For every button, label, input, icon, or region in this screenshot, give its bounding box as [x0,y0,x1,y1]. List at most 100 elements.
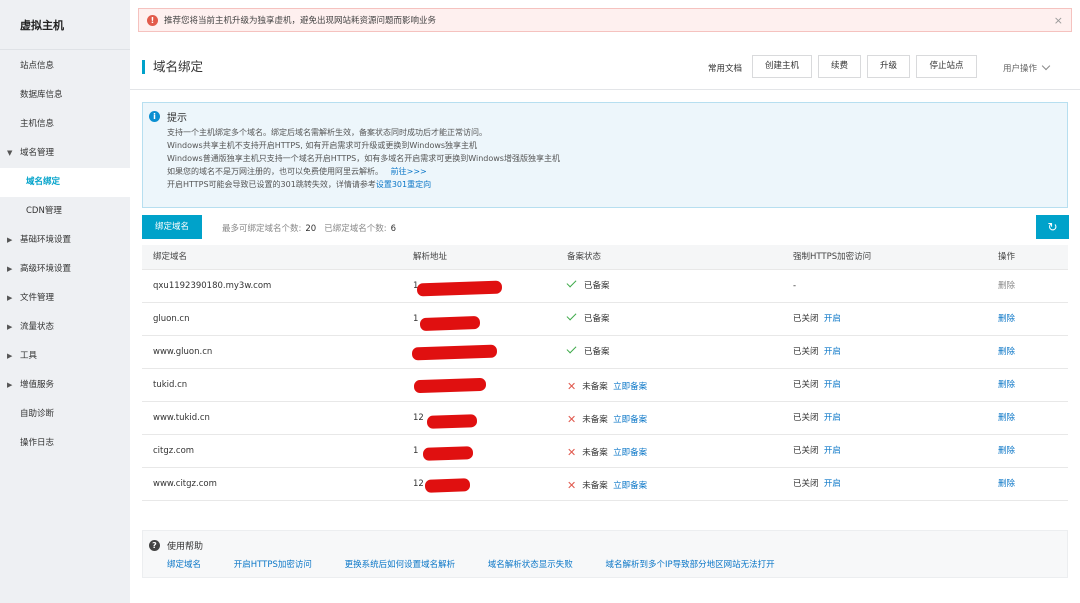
check-icon [566,277,577,288]
table-body: qxu1192390180.my3w.com 1 已备案 - 删除 gluon.cn 1 已备… [142,270,1068,501]
help-link[interactable]: 开启HTTPS加密访问 [234,560,312,570]
help-link[interactable]: 绑定域名 [167,560,201,570]
question-icon: ? [149,540,160,551]
bound-domains-label: 已绑定域名个数: [324,224,387,234]
tip-lines: 支持一个主机绑定多个域名。绑定后域名需解析生效，备案状态同时成功后才能正常访问。… [167,126,560,191]
help-link[interactable]: 域名解析状态显示失败 [488,560,573,570]
bind-domain-button[interactable]: 绑定域名 [142,215,202,239]
sidebar-title: 虚拟主机 [0,0,130,50]
renew-button[interactable]: 续费 [818,55,861,78]
caret-right-icon: ▶ [7,323,13,331]
delete-link[interactable]: 删除 [998,435,1015,468]
warning-icon: ! [147,14,158,26]
sidebar-item[interactable]: 数据库信息 [0,81,130,110]
sidebar-item[interactable]: ▶ 工具 [0,342,130,371]
https-status-text: 已关闭 [793,314,819,324]
cross-icon: ✕ [567,446,577,459]
domain-name: citgz.com [153,446,195,456]
dns-goto-link[interactable]: 前往>>> [391,167,427,176]
domain-name: gluon.cn [153,314,190,324]
delete-link[interactable]: 删除 [998,468,1015,501]
create-host-button[interactable]: 创建主机 [752,55,812,78]
close-icon[interactable]: × [1054,14,1063,27]
max-domains-value: 20 [305,224,317,234]
enable-https-link[interactable]: 开启 [824,380,841,390]
resolve-address: 1 [413,314,419,324]
sidebar-item[interactable]: 操作日志 [0,429,130,458]
https-status-text: 已关闭 [793,413,819,423]
upgrade-button[interactable]: 升级 [867,55,910,78]
file-now-link[interactable]: 立即备案 [613,481,647,491]
https-status: 已关闭 开启 [793,402,841,435]
help-panel: ? 使用帮助 绑定域名 开启HTTPS加密访问 更换系统后如何设置域名解析 域名… [142,530,1068,578]
delete-link[interactable]: 删除 [998,369,1015,402]
sidebar-item[interactable]: ▶ 基础环境设置 [0,226,130,255]
table-row: qxu1192390180.my3w.com 1 已备案 - 删除 [142,270,1068,303]
tip-line-text: 开启HTTPS可能会导致已设置的301跳转失效，详情请参考 [167,180,376,189]
user-ops-dropdown[interactable]: 用户操作 [1003,61,1051,74]
sidebar-item[interactable]: 域名绑定 [0,168,130,197]
https-status: 已关闭 开启 [793,435,841,468]
info-icon: i [149,111,160,122]
enable-https-link[interactable]: 开启 [824,314,841,324]
cross-icon: ✕ [567,413,577,426]
bound-domains-value: 6 [390,224,396,234]
sidebar-item[interactable]: 自助诊断 [0,400,130,429]
sidebar: 虚拟主机 站点信息 数据库信息 主机信息 ▼ 域名管理 域名绑定 CDN管理 ▶ 基础环境设置 ▶… [0,0,130,603]
file-now-link[interactable]: 立即备案 [613,382,647,392]
sidebar-item[interactable]: ▼ 域名管理 [0,139,130,168]
filing-status: 已备案 [566,336,610,369]
help-link[interactable]: 域名解析到多个IP导致部分地区网站无法打开 [606,560,775,570]
https-status: 已关闭 开启 [793,303,841,336]
page-title: 域名绑定 [142,60,203,74]
filing-status: ✕ 未备案 立即备案 [567,402,647,437]
sidebar-item[interactable]: 主机信息 [0,110,130,139]
file-now-link[interactable]: 立即备案 [613,415,647,425]
refresh-button[interactable]: ↻ [1036,215,1069,239]
caret-right-icon: ▶ [7,236,13,244]
sidebar-item-label: 工具 [20,351,38,361]
enable-https-link[interactable]: 开启 [824,446,841,456]
help-header: ? 使用帮助 [149,539,203,552]
col-https: 强制HTTPS加密访问 [793,252,872,262]
chevron-down-icon [1041,61,1051,71]
check-icon [566,343,577,354]
https-status: 已关闭 开启 [793,336,841,369]
https-status-text: 已关闭 [793,347,819,357]
stop-site-button[interactable]: 停止站点 [916,55,977,78]
https-status-text: 已关闭 [793,380,819,390]
delete-link[interactable]: 删除 [998,402,1015,435]
sidebar-item[interactable]: 站点信息 [0,52,130,81]
sidebar-item-label: 主机信息 [20,119,55,129]
domain-counts: 最多可绑定域名个数: 20 已绑定域名个数: 6 [222,222,404,234]
file-now-link[interactable]: 立即备案 [613,448,647,458]
tip-line: Windows普通版独享主机只支持一个域名开启HTTPS，如有多域名开启需求可更… [167,154,560,163]
help-link[interactable]: 更换系统后如何设置域名解析 [345,560,456,570]
redirect-301-link[interactable]: 设置301重定向 [376,180,431,189]
delete-link[interactable]: 删除 [998,336,1015,369]
sidebar-item[interactable]: ▶ 文件管理 [0,284,130,313]
https-status-text: 已关闭 [793,446,819,456]
docs-link[interactable]: 常用文档 [708,62,742,74]
resolve-address: 12 [413,413,424,423]
upgrade-alert: ! 推荐您将当前主机升级为独享虚机，避免出现网站耗资源问题而影响业务 × [138,8,1072,32]
sidebar-item[interactable]: ▶ 增值服务 [0,371,130,400]
sidebar-item[interactable]: ▶ 高级环境设置 [0,255,130,284]
sidebar-item[interactable]: ▶ 流量状态 [0,313,130,342]
enable-https-link[interactable]: 开启 [824,479,841,489]
enable-https-link[interactable]: 开启 [824,413,841,423]
sidebar-item[interactable]: CDN管理 [0,197,130,226]
domain-name: qxu1192390180.my3w.com [153,281,272,291]
sidebar-item-label: 自助诊断 [20,409,55,419]
table-header: 绑定域名 解析地址 备案状态 强制HTTPS加密访问 操作 [142,245,1068,270]
table-row: www.gluon.cn 已备案 已关闭 开启 删除 [142,336,1068,369]
sidebar-item-label: 基础环境设置 [20,235,72,245]
https-status: - [793,270,796,303]
table-row: tukid.cn ✕ 未备案 立即备案 已关闭 开启 删除 [142,369,1068,402]
enable-https-link[interactable]: 开启 [824,347,841,357]
sidebar-item-label: 域名管理 [20,148,55,158]
cross-icon: ✕ [567,479,577,492]
table-row: citgz.com 1 ✕ 未备案 立即备案 已关闭 开启 删除 [142,435,1068,468]
delete-link[interactable]: 删除 [998,303,1015,336]
filing-status-text: 未备案 [582,448,608,458]
